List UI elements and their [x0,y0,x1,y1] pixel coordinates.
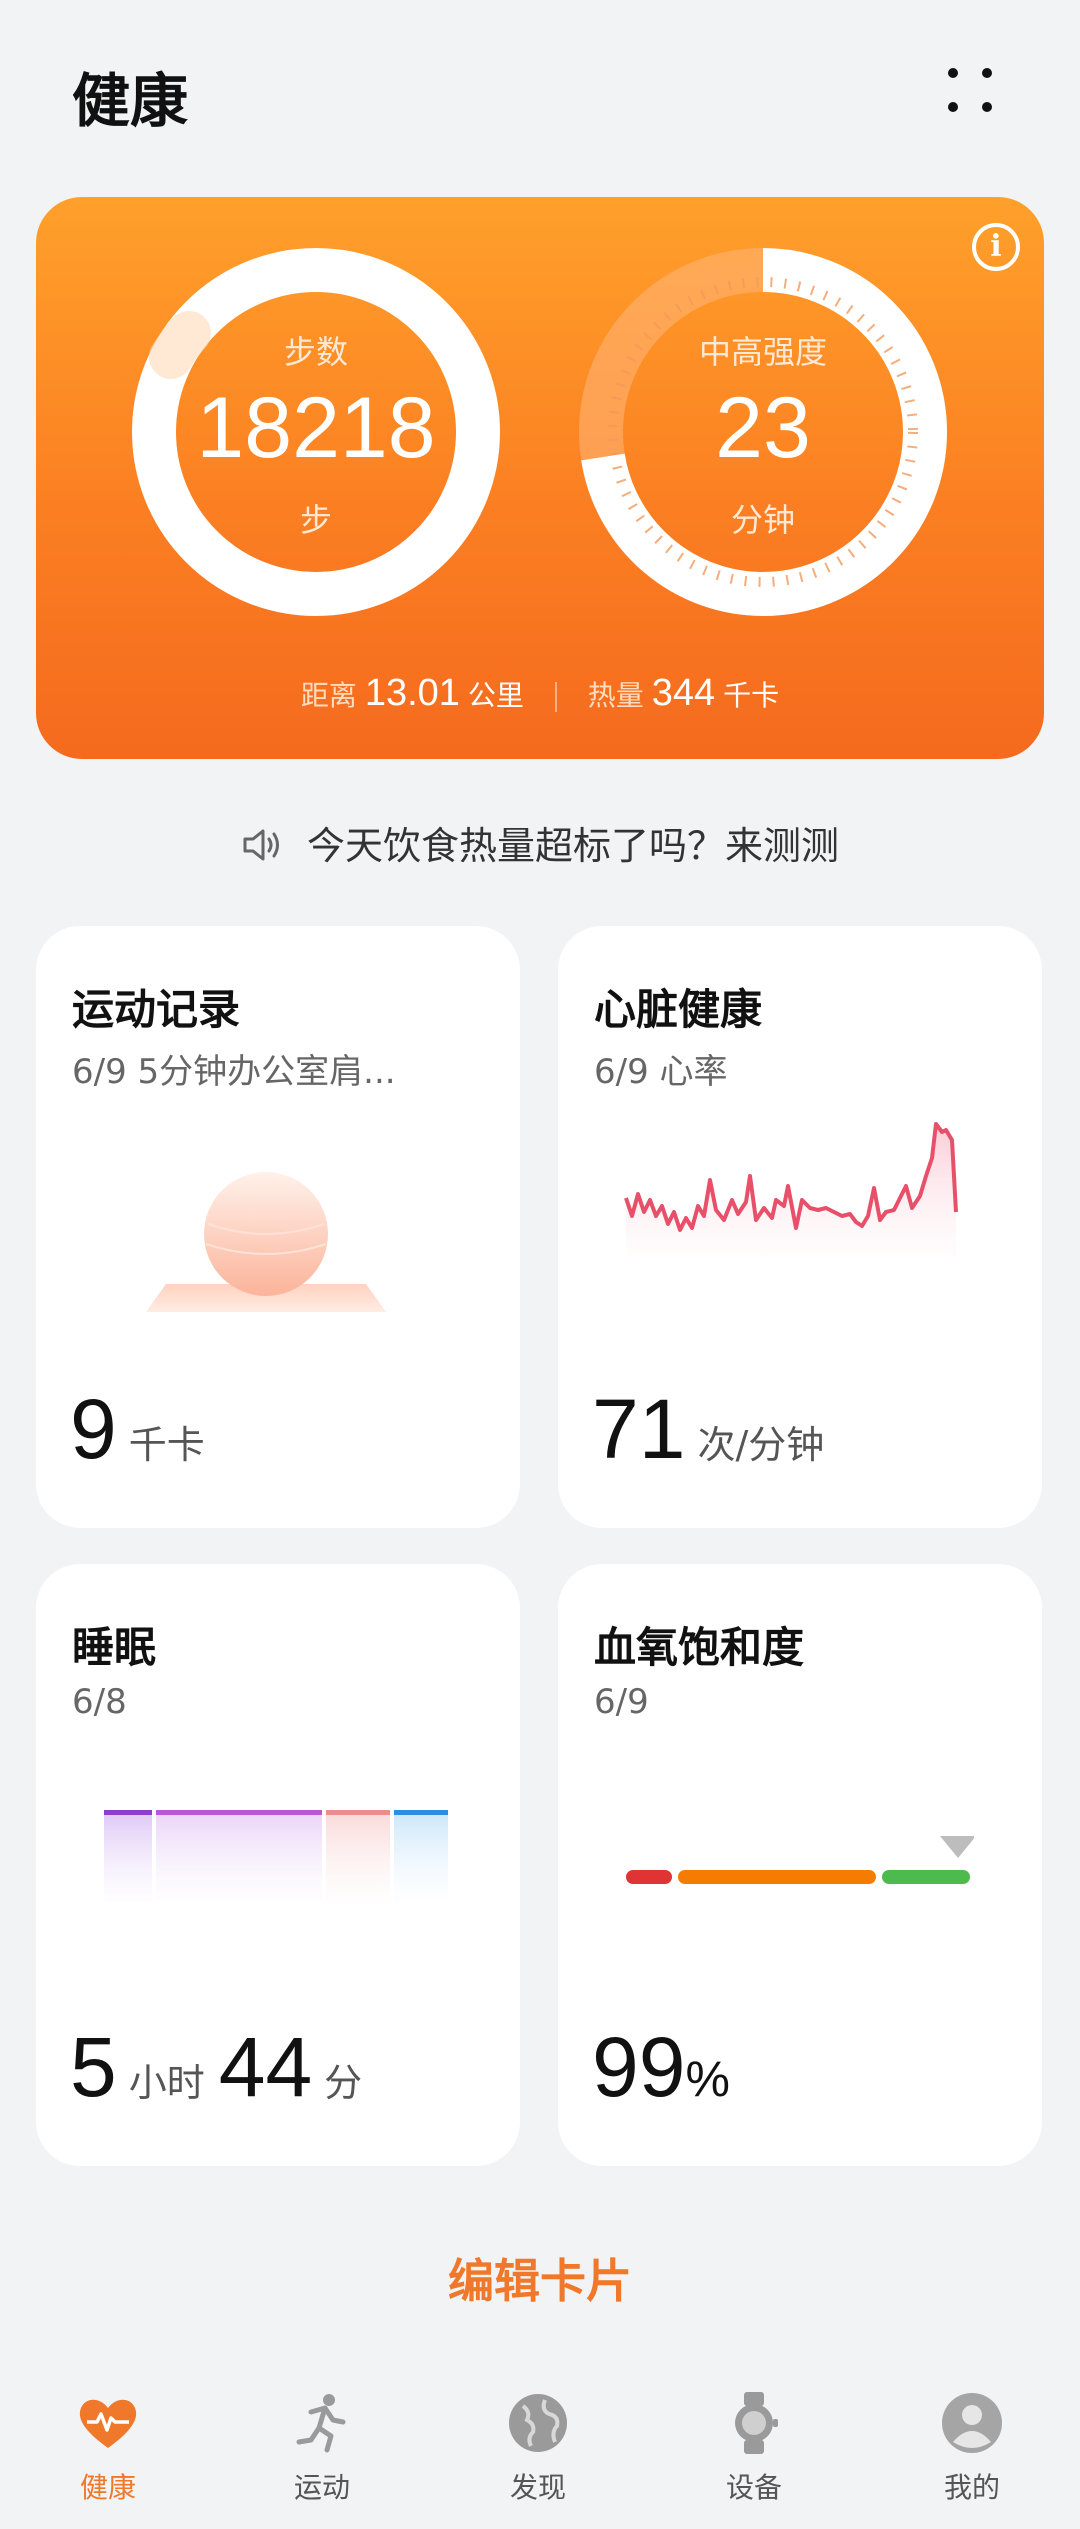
tab-me[interactable]: 我的 [912,2390,1032,2506]
heart-card-value: 71 次/分钟 [592,1381,824,1478]
edit-cards-button[interactable]: 编辑卡片 [0,2245,1080,2311]
heart-rate-value: 71 [592,1382,686,1476]
globe-icon [509,2394,567,2452]
sleep-card-subtitle: 6/8 [72,1682,127,1722]
more-options-icon[interactable] [940,60,1000,120]
stats-divider [554,682,557,712]
runner-icon [296,2394,346,2453]
distance-value: 13.01 [364,672,460,714]
speaker-icon [243,829,279,860]
heart-card-subtitle: 6/9 心率 [594,1052,728,1092]
heart-icon [79,2399,137,2448]
intensity-label: 中高强度 [698,333,827,371]
profile-icon [942,2393,1002,2453]
tab-exercise-label: 运动 [293,2471,350,2504]
page-title: 健康 [72,67,189,135]
calories-unit: 千卡 [723,679,780,712]
exercise-card-title: 运动记录 [72,985,241,1034]
distance-unit: 公里 [467,679,524,712]
sleep-hours-unit: 小时 [128,2061,205,2105]
distance-label: 距离 [300,679,357,712]
spo2-value: 99 [592,2020,686,2114]
blood-oxygen-card[interactable]: 血氧饱和度 6/9 99% [558,1564,1042,2166]
steps-value: 18218 [196,380,436,476]
tab-health[interactable]: 健康 [48,2390,168,2506]
app-header: 健康 [0,0,1080,190]
exercise-calories-unit: 千卡 [128,1423,205,1467]
heart-rate-unit: 次/分钟 [697,1423,825,1467]
steps-label: 步数 [283,333,348,371]
watch-icon [735,2392,778,2454]
bottom-tab-bar: 健康 运动 发现 设备 我的 [0,2360,1080,2529]
intensity-ring: 中高强度 23 分钟 [578,247,948,617]
exercise-calories: 9 [70,1382,117,1476]
sleep-card[interactable]: 睡眠 6/8 5 小时 44 分 [36,1564,520,2166]
sleep-card-value: 5 小时 44 分 [70,2019,362,2116]
steps-unit: 步 [299,501,332,539]
diet-prompt[interactable]: 今天饮食热量超标了吗？来测测 [0,815,1080,870]
exercise-card-value: 9 千卡 [70,1381,205,1478]
tab-devices-label: 设备 [725,2471,782,2504]
tab-me-label: 我的 [943,2471,1000,2504]
intensity-value: 23 [715,380,811,476]
calories-value: 344 [651,672,716,714]
heart-rate-sparkline [624,1122,958,1256]
tab-health-label: 健康 [79,2471,136,2504]
info-icon[interactable]: i [972,223,1020,271]
activity-summary-card[interactable]: i 步数 18218 步 中高强度 23 分钟 距离 13.01 公里 热量 344 千… [36,197,1044,759]
sleep-minutes-unit: 分 [324,2061,363,2105]
heart-health-card[interactable]: 心脏健康 6/9 心率 71 次/分钟 [558,926,1042,1528]
spo2-range-bar [626,1836,974,1884]
diet-prompt-text: 今天饮食热量超标了吗？来测测 [306,824,839,868]
tab-discover[interactable]: 发现 [478,2390,598,2506]
sleep-minutes: 44 [218,2020,313,2114]
exercise-ball-illustration [146,1172,386,1312]
sleep-stages-chart [104,1810,448,1902]
exercise-card-subtitle: 6/9 5分钟办公室肩... [72,1052,396,1092]
tab-discover-label: 发现 [509,2471,566,2504]
spo2-card-title: 血氧饱和度 [594,1623,805,1672]
spo2-card-subtitle: 6/9 [594,1682,649,1722]
steps-ring: 步数 18218 步 [131,247,501,617]
spo2-card-value: 99% [592,2019,730,2116]
summary-stats: 距离 13.01 公里 热量 344 千卡 [36,672,1044,715]
heart-card-title: 心脏健康 [594,985,763,1034]
sleep-hours: 5 [70,2020,117,2114]
calories-label: 热量 [587,679,644,712]
tab-exercise[interactable]: 运动 [262,2390,382,2506]
spo2-unit: % [685,2051,730,2107]
sleep-card-title: 睡眠 [72,1623,157,1672]
tab-devices[interactable]: 设备 [694,2390,814,2506]
exercise-record-card[interactable]: 运动记录 6/9 5分钟办公室肩... 9 千卡 [36,926,520,1528]
intensity-unit: 分钟 [730,501,795,539]
